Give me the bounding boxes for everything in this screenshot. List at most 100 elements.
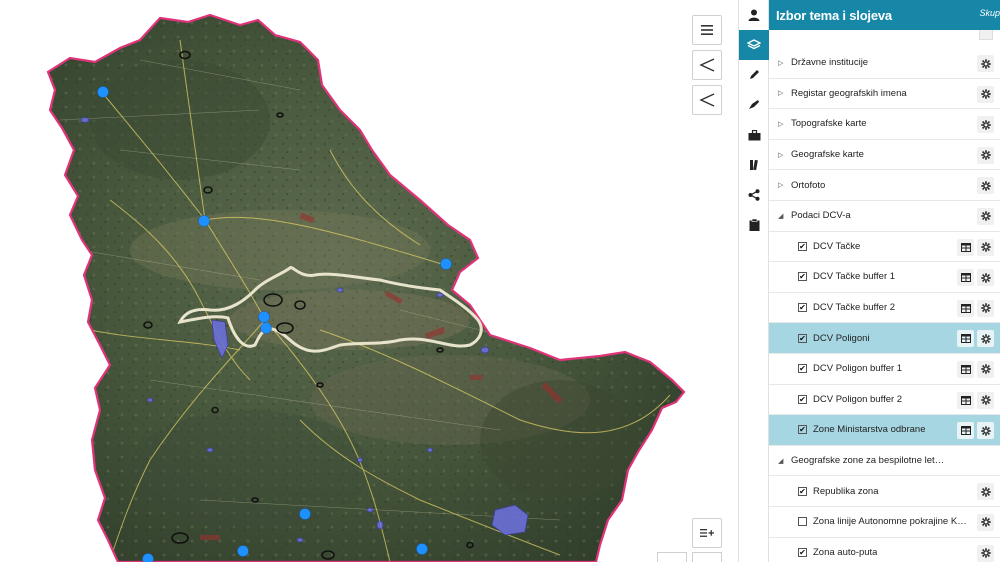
attribute-table-button[interactable] <box>957 299 974 317</box>
layer-settings-button[interactable] <box>977 207 994 225</box>
map-view[interactable] <box>0 0 738 562</box>
layer-settings-button[interactable] <box>977 330 994 348</box>
layer-label: DCV Poligon buffer 1 <box>813 363 903 375</box>
layer-settings-button[interactable] <box>977 85 994 103</box>
layer-group-row[interactable]: ▷ Geografske karte <box>769 140 1000 171</box>
layer-settings-button[interactable] <box>977 238 994 256</box>
share-icon <box>748 189 760 201</box>
gear-icon <box>980 395 991 405</box>
layer-row[interactable]: ✔ Zona auto-puta <box>769 538 1000 562</box>
layer-row[interactable]: Zona linije Autonomne pokrajine Kosova..… <box>769 507 1000 538</box>
layer-settings-button[interactable] <box>977 391 994 409</box>
collapsed-arrow-icon[interactable]: ▷ <box>778 181 786 189</box>
attribute-table-button[interactable] <box>957 269 974 287</box>
layer-row[interactable]: ✔ DCV Tačke buffer 2 <box>769 293 1000 324</box>
attribute-table-button[interactable] <box>957 238 974 256</box>
layer-label: DCV Tačke <box>813 240 861 252</box>
layer-label: Registar geografskih imena <box>791 87 907 99</box>
layer-group-row[interactable]: ▷ Topografske karte <box>769 109 1000 140</box>
partial-row-button[interactable] <box>979 30 993 40</box>
layer-row[interactable]: ✔ Republika zona <box>769 476 1000 507</box>
layer-checkbox[interactable]: ✔ <box>798 486 807 496</box>
share-icon <box>699 58 715 72</box>
layer-row[interactable]: ✔ DCV Tačke buffer 1 <box>769 262 1000 293</box>
layer-settings-button[interactable] <box>977 360 994 378</box>
layer-checkbox[interactable]: ✔ <box>798 241 807 251</box>
panel-scroll-area <box>769 30 1000 48</box>
attribute-table-button[interactable] <box>957 391 974 409</box>
attribute-table-button[interactable] <box>957 360 974 378</box>
layer-group-row[interactable]: ▷ Registar geografskih imena <box>769 79 1000 110</box>
layer-settings-button[interactable] <box>977 177 994 195</box>
layer-checkbox[interactable] <box>798 517 807 527</box>
layer-settings-button[interactable] <box>977 116 994 134</box>
collapsed-arrow-icon[interactable]: ▷ <box>778 120 786 128</box>
layer-settings-button[interactable] <box>977 55 994 72</box>
layer-checkbox[interactable]: ✔ <box>798 394 807 404</box>
layer-checkbox[interactable]: ✔ <box>798 303 807 313</box>
layer-row[interactable]: ✔ DCV Poligoni <box>769 323 1000 354</box>
attribute-table-button[interactable] <box>957 330 974 348</box>
pencil-icon <box>750 70 759 79</box>
map-share-button[interactable] <box>692 50 722 80</box>
layer-settings-button[interactable] <box>977 422 994 440</box>
layer-row[interactable]: ✔ DCV Poligon buffer 2 <box>769 385 1000 416</box>
attribute-table-button[interactable] <box>957 422 974 440</box>
layer-settings-button[interactable] <box>977 544 994 562</box>
panel-header: Izbor tema i slojeva Skup <box>769 0 1000 30</box>
layer-checkbox[interactable]: ✔ <box>798 425 807 435</box>
tool-draw[interactable] <box>739 60 769 90</box>
layer-checkbox[interactable]: ✔ <box>798 547 807 557</box>
layer-label: Zona auto-puta <box>813 546 878 558</box>
gear-icon <box>980 334 991 344</box>
gear-icon <box>980 89 991 99</box>
gear-icon <box>980 242 991 252</box>
layer-settings-button[interactable] <box>977 299 994 317</box>
gear-icon <box>980 119 991 130</box>
table-icon <box>960 364 971 374</box>
clipboard-icon <box>749 219 759 231</box>
layer-row[interactable]: ✔ DCV Poligon buffer 1 <box>769 354 1000 385</box>
gear-icon <box>980 364 991 375</box>
tool-briefcase[interactable] <box>739 120 769 150</box>
map-control-partial-2[interactable] <box>692 552 722 562</box>
layer-group-row[interactable]: ◢ Podaci DCV-a <box>769 201 1000 232</box>
map-canvas[interactable] <box>0 0 738 562</box>
layer-settings-button[interactable] <box>977 269 994 287</box>
expanded-arrow-icon[interactable]: ◢ <box>778 457 786 465</box>
expanded-arrow-icon[interactable]: ◢ <box>778 212 786 220</box>
tool-book[interactable] <box>739 150 769 180</box>
layer-checkbox[interactable]: ✔ <box>798 364 807 374</box>
layer-group-row[interactable]: ◢ Geografske zone za bespilotne letelice <box>769 446 1000 477</box>
gear-icon <box>980 272 991 283</box>
collapsed-arrow-icon[interactable]: ▷ <box>778 151 786 159</box>
layer-settings-button[interactable] <box>977 513 994 531</box>
layers-panel: Izbor tema i slojeva Skup ▷ Državne insti… <box>769 0 1000 562</box>
table-icon <box>960 334 971 344</box>
layer-label: Geografske zone za bespilotne letelice <box>791 455 949 467</box>
map-share-button-2[interactable] <box>692 85 722 115</box>
layer-row[interactable]: ✔ Zone Ministarstva odbrane <box>769 415 1000 446</box>
layer-checkbox[interactable]: ✔ <box>798 272 807 282</box>
collapsed-arrow-icon[interactable]: ▷ <box>778 59 786 67</box>
tool-layers[interactable] <box>739 30 769 60</box>
collapsed-arrow-icon[interactable]: ▷ <box>778 89 786 97</box>
panel-title: Izbor tema i slojeva <box>776 7 892 23</box>
layer-label: Ortofoto <box>791 179 826 191</box>
table-icon <box>960 395 971 405</box>
tool-user[interactable] <box>739 0 769 30</box>
map-control-partial[interactable] <box>657 552 687 562</box>
legend-add-button[interactable] <box>692 518 722 548</box>
map-menu-button[interactable] <box>692 15 722 45</box>
tool-clipboard[interactable] <box>739 210 769 240</box>
layer-label: Topografske karte <box>791 118 867 130</box>
layer-group-row[interactable]: ▷ Ortofoto <box>769 170 1000 201</box>
panel-header-link[interactable]: Skup <box>979 8 1000 18</box>
layer-settings-button[interactable] <box>977 146 994 164</box>
layer-settings-button[interactable] <box>977 483 994 501</box>
tool-erase[interactable] <box>739 90 769 120</box>
layer-group-row[interactable]: ▷ Državne institucije <box>769 48 1000 79</box>
tool-share[interactable] <box>739 180 769 210</box>
layer-row[interactable]: ✔ DCV Tačke <box>769 232 1000 263</box>
layer-checkbox[interactable]: ✔ <box>798 333 807 343</box>
